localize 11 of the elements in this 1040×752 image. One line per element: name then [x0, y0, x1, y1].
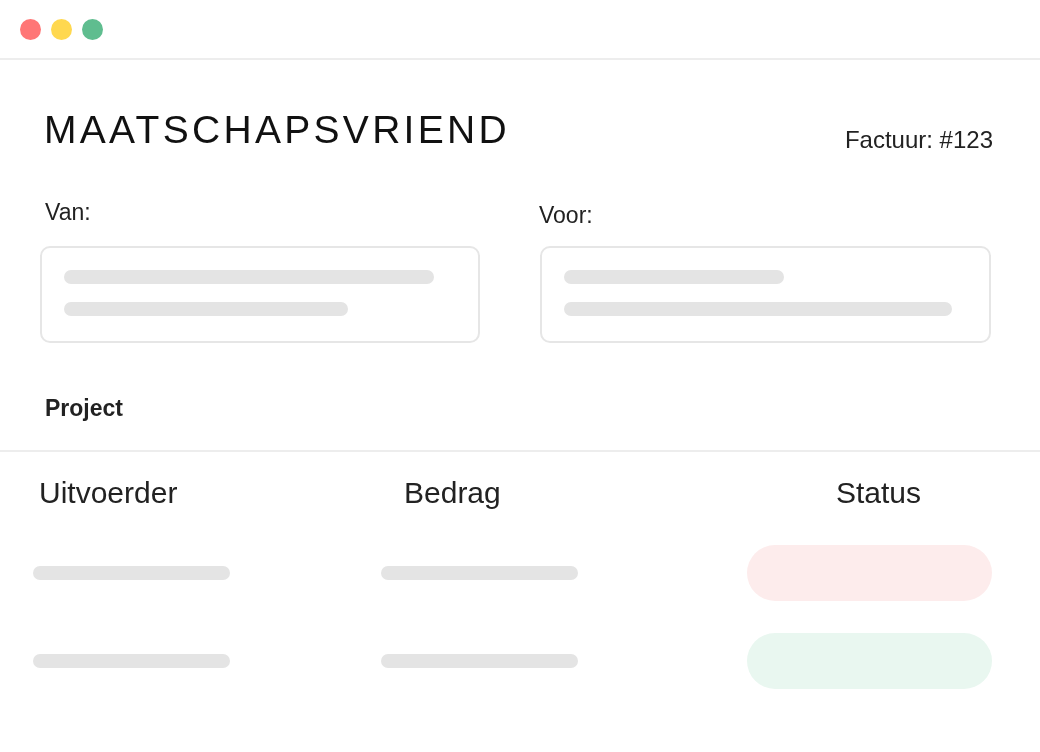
project-heading: Project: [45, 397, 123, 420]
column-header: Status: [835, 476, 922, 509]
from-label: Van:: [45, 201, 91, 224]
column-header: Bedrag: [404, 476, 501, 509]
logo-wordmark: MAATSCHAPSVRIEND: [44, 110, 510, 152]
column-header: Uitvoerder: [39, 476, 178, 509]
minimize-button[interactable]: [51, 18, 72, 40]
close-button[interactable]: [20, 18, 41, 40]
maximize-button[interactable]: [82, 18, 103, 40]
invoice-number: Factuur: #123: [844, 128, 993, 152]
to-label: Voor:: [539, 204, 593, 227]
